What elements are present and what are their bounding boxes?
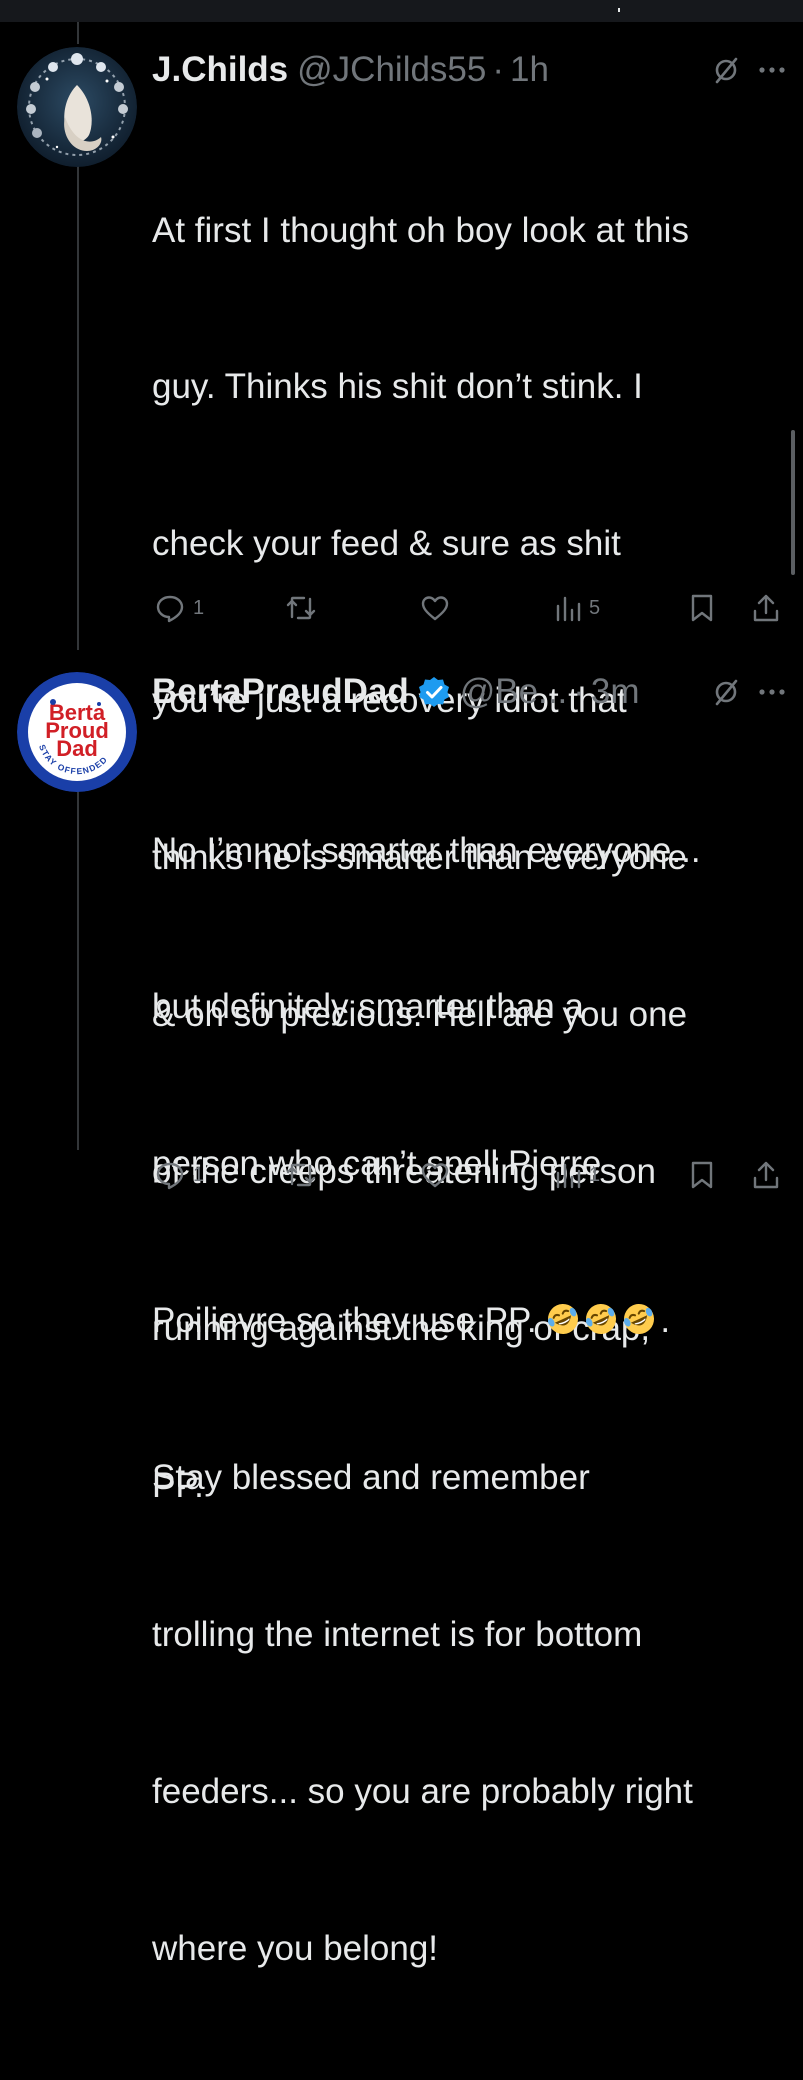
share-icon (753, 594, 779, 622)
tweet-1[interactable]: J.Childs @JChilds55 · 1h At first I thou… (0, 0, 803, 1505)
text-line: Poilievre so they use PP. (152, 1301, 537, 1341)
grok-icon[interactable] (711, 55, 741, 85)
like-button[interactable] (420, 588, 458, 628)
reply-count: 1 (193, 1163, 205, 1186)
heart-icon (421, 596, 449, 621)
header-icons (711, 672, 785, 712)
tweet-actions: 1 1 (0, 1155, 803, 1195)
timestamp[interactable]: 3m (591, 672, 640, 712)
reply-count: 1 (193, 596, 205, 619)
text-suffix: . (660, 1301, 671, 1341)
tweet-text: No I’m not smarter than everyone... but … (152, 720, 782, 2080)
rolling-on-floor-laughing-emoji-icon (548, 1304, 579, 1335)
rolling-on-floor-laughing-emoji-icon (624, 1304, 655, 1335)
views-button[interactable]: 5 (555, 588, 600, 628)
heart-icon (421, 1163, 449, 1188)
display-name[interactable]: J.Childs (152, 50, 288, 90)
bookmark-button[interactable] (690, 588, 714, 628)
tweet-2[interactable]: Berta Proud Dad STAY OFFENDED BertaProud… (0, 650, 803, 1968)
header-icons (711, 50, 785, 90)
timestamp[interactable]: 1h (510, 50, 549, 90)
like-button[interactable] (420, 1155, 458, 1195)
more-options-icon[interactable] (759, 66, 785, 74)
views-icon (556, 1163, 581, 1189)
user-handle[interactable]: @Be... (460, 672, 568, 712)
share-button[interactable] (752, 1155, 780, 1195)
retweet-button[interactable] (285, 1155, 325, 1195)
berta-proud-dad-logo-icon: Berta Proud Dad STAY OFFENDED (17, 672, 137, 792)
text-line: where you belong! (152, 1928, 439, 1968)
text-line-with-emoji: Poilievre so they use PP. . (152, 1295, 782, 1347)
views-count: 1 (589, 1163, 601, 1186)
share-button[interactable] (752, 588, 780, 628)
tweet-header: J.Childs @JChilds55 · 1h (152, 50, 549, 90)
reply-icon (156, 595, 184, 623)
views-icon (556, 596, 581, 622)
separator-dot: · (492, 50, 505, 89)
reply-button[interactable]: 1 (155, 588, 204, 628)
views-button[interactable]: 1 (555, 1155, 600, 1195)
moon-phases-avatar-icon (17, 47, 137, 167)
verified-badge-icon[interactable] (417, 675, 451, 709)
share-icon (753, 1161, 779, 1189)
user-handle[interactable]: @JChilds55 (297, 50, 486, 90)
avatar[interactable]: Berta Proud Dad STAY OFFENDED (17, 672, 137, 792)
separator-dot: · (573, 672, 585, 711)
tweet-header: BertaProudDad @Be... · 3m (152, 672, 640, 712)
text-line: Stay blessed and remember (152, 1458, 590, 1498)
text-line: guy. Thinks his shit don’t stink. I (152, 367, 643, 407)
rolling-on-floor-laughing-emoji-icon (586, 1304, 617, 1335)
text-line: No I’m not smarter than everyone... (152, 830, 701, 870)
tweet-actions: 1 5 (0, 588, 803, 628)
retweet-button[interactable] (285, 588, 325, 628)
retweet-icon (286, 596, 316, 620)
grok-icon[interactable] (711, 677, 741, 707)
text-line: check your feed & sure as shit (152, 524, 621, 564)
reply-button[interactable]: 1 (155, 1155, 204, 1195)
text-line: but definitely smarter than a (152, 987, 584, 1027)
bookmark-button[interactable] (690, 1155, 714, 1195)
more-options-icon[interactable] (759, 688, 785, 696)
text-line: feeders... so you are probably right (152, 1771, 693, 1811)
display-name[interactable]: BertaProudDad (152, 672, 409, 712)
text-line: At first I thought oh boy look at this (152, 210, 689, 250)
retweet-icon (286, 1163, 316, 1187)
text-line: trolling the internet is for bottom (152, 1615, 643, 1655)
avatar-text-line: Dad (56, 736, 98, 761)
avatar[interactable] (17, 47, 137, 167)
bookmark-icon (691, 1161, 713, 1189)
reply-icon (156, 1162, 184, 1190)
bookmark-icon (691, 594, 713, 622)
views-count: 5 (589, 596, 601, 619)
